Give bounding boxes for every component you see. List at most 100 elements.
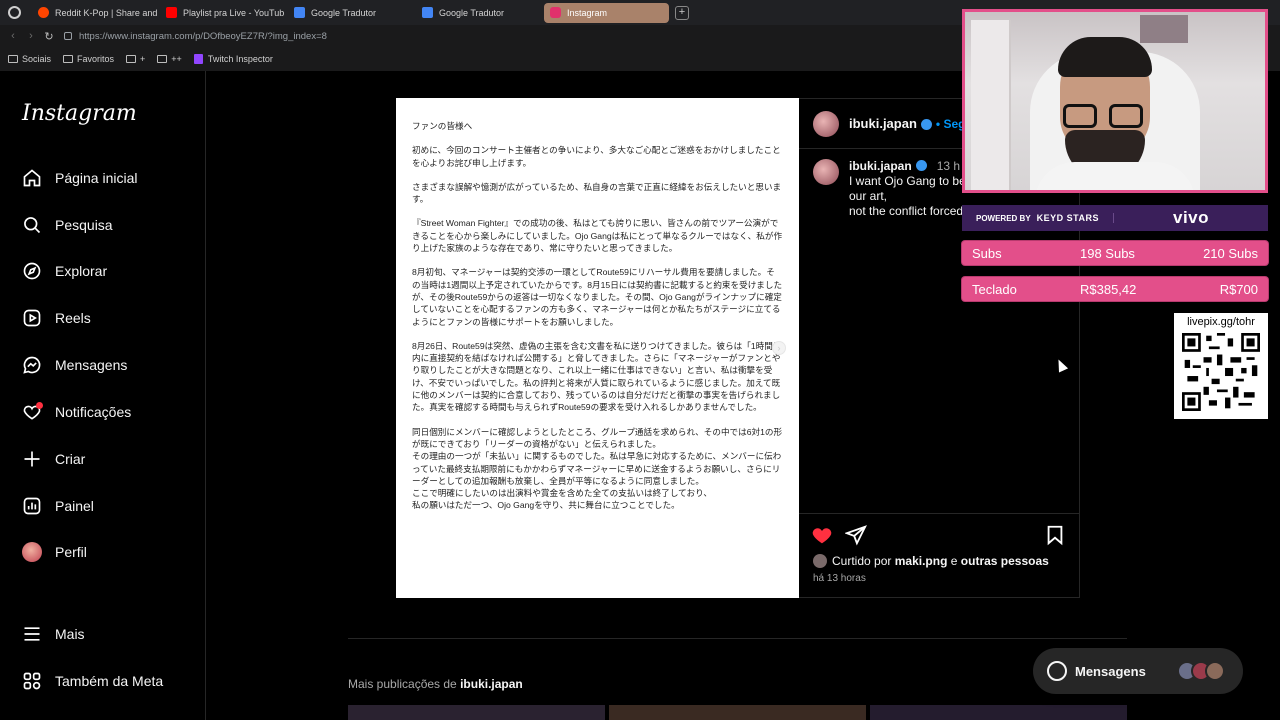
avatar[interactable] xyxy=(813,159,839,185)
sidebar-item-profile[interactable]: Perfil xyxy=(22,542,87,562)
tab-google-translate-1[interactable]: Google Tradutor xyxy=(288,3,413,23)
post-caption: ibuki.japan 13 h I want Ojo Gang to be ou… xyxy=(813,159,966,219)
sidebar-item-label: Explorar xyxy=(55,263,108,279)
subs-goal-bar: Subs 198 Subs 210 Subs xyxy=(962,241,1268,265)
heart-icon[interactable] xyxy=(811,524,833,546)
post-image[interactable]: ファンの皆様へ 初めに、今回のコンサート主催者との争いにより、多大なご心配とご迷… xyxy=(396,98,799,598)
sidebar-item-search[interactable]: Pesquisa xyxy=(22,215,113,235)
forward-icon[interactable]: › xyxy=(22,30,40,42)
sidebar-item-label: Perfil xyxy=(55,544,87,560)
bookmark-twitch-inspector[interactable]: Twitch Inspector xyxy=(193,54,273,64)
new-tab-button[interactable]: + xyxy=(675,5,689,20)
sidebar-item-also-from-meta[interactable]: Também da Meta xyxy=(22,671,163,691)
caption-line: not the conflict forced xyxy=(849,204,964,218)
youtube-icon xyxy=(166,7,177,18)
post-actions: Curtido por maki.png e outras pessoas há… xyxy=(799,513,1080,599)
verified-icon xyxy=(915,160,927,171)
caption-username[interactable]: ibuki.japan xyxy=(849,159,912,173)
post-thumbnail[interactable] xyxy=(870,705,1127,720)
sidebar-item-label: Painel xyxy=(55,498,94,514)
bookmark-label: ++ xyxy=(171,54,182,64)
tab-label: Playlist pra Live - YouTub xyxy=(183,7,285,18)
tab-instagram[interactable]: Instagram xyxy=(544,2,669,23)
streamer-hair xyxy=(1058,37,1152,77)
bookmark-icon[interactable] xyxy=(1044,524,1066,546)
liked-by[interactable]: Curtido por maki.png e outras pessoas xyxy=(813,554,1049,568)
statement-paragraph: 『Street Woman Fighter』での成功の後、私はとても誇りに思い、… xyxy=(412,218,783,254)
folder-icon xyxy=(157,55,168,63)
avatar xyxy=(813,554,827,568)
sponsor-vivo: vivo xyxy=(1172,208,1210,227)
reels-icon xyxy=(22,308,42,328)
sponsor-label: POWERED BY xyxy=(975,213,1031,223)
verified-icon xyxy=(920,119,932,130)
divider xyxy=(348,638,1127,639)
sidebar-item-notifications[interactable]: Notificações xyxy=(22,402,131,422)
tab-google-translate-2[interactable]: Google Tradutor xyxy=(416,3,541,23)
keyboard-goal-bar: Teclado R$385,42 R$700 xyxy=(962,277,1268,301)
liked-by-others[interactable]: outras pessoas xyxy=(961,554,1049,568)
compass-icon xyxy=(22,261,42,281)
url-field[interactable]: https://www.instagram.com/p/DOfbeoyEZ7R/… xyxy=(79,31,327,42)
post-username[interactable]: ibuki.japan xyxy=(849,116,917,131)
caption-timestamp[interactable]: 13 h xyxy=(937,159,960,173)
goal-target: 210 Subs xyxy=(1203,245,1258,261)
liked-by-user[interactable]: maki.png xyxy=(895,554,948,568)
qr-code-icon xyxy=(1182,333,1260,411)
bookmark-plus[interactable]: + xyxy=(126,54,145,64)
sidebar-item-more[interactable]: Mais xyxy=(22,624,85,644)
messenger-icon xyxy=(1047,661,1067,681)
bookmark-plusplus[interactable]: ++ xyxy=(157,54,182,64)
post-date[interactable]: há 13 horas xyxy=(813,573,866,584)
meta-icon xyxy=(22,671,42,691)
carousel-next-button[interactable]: › xyxy=(772,341,786,355)
opera-browser-icon[interactable] xyxy=(0,0,28,25)
post-thumbnail[interactable] xyxy=(348,705,605,720)
share-icon[interactable] xyxy=(845,524,867,546)
tab-youtube[interactable]: Playlist pra Live - YouTub xyxy=(160,3,285,23)
sidebar-item-messages[interactable]: Mensagens xyxy=(22,355,127,375)
search-icon xyxy=(22,215,42,235)
sidebar-item-label: Reels xyxy=(55,310,91,326)
bookmark-sociais[interactable]: Sociais xyxy=(8,54,51,64)
goal-target: R$700 xyxy=(1219,281,1258,297)
statement-paragraph: ファンの皆様へ xyxy=(412,121,473,131)
bookmark-label: Twitch Inspector xyxy=(207,54,273,64)
bookmark-label: + xyxy=(140,54,146,64)
more-posts-grid xyxy=(348,705,1127,720)
bookmark-label: Sociais xyxy=(22,54,52,64)
sidebar-item-create[interactable]: Criar xyxy=(22,449,85,469)
folder-icon xyxy=(8,55,18,63)
goal-label: Subs xyxy=(972,245,1002,261)
bookmark-favoritos[interactable]: Favoritos xyxy=(63,54,114,64)
sidebar-item-reels[interactable]: Reels xyxy=(22,308,91,328)
messenger-icon xyxy=(22,355,42,375)
instagram-logo[interactable]: Instagram xyxy=(22,101,137,126)
qr-label: livepix.gg/tohr xyxy=(1187,316,1255,328)
reload-icon[interactable]: ↻ xyxy=(40,30,58,43)
tab-reddit[interactable]: Reddit K-Pop | Share and xyxy=(32,3,157,23)
instagram-sidebar: Instagram Página inicial Pesquisa Explor… xyxy=(0,71,206,720)
statement-paragraph: 同日個別にメンバーに確認しようとしたところ、グループ通話を求められ、その中では6… xyxy=(412,426,783,511)
more-posts-heading: Mais publicações de ibuki.japan xyxy=(348,677,523,691)
webcam-overlay xyxy=(962,9,1268,193)
statement-paragraph: 8月初旬、マネージャーは契約交渉の一環としてRoute59にリハーサル費用を要請… xyxy=(412,267,783,327)
notification-dot xyxy=(36,402,43,409)
sidebar-item-explore[interactable]: Explorar xyxy=(22,261,107,281)
sidebar-item-dashboard[interactable]: Painel xyxy=(22,496,94,516)
menu-icon xyxy=(22,624,42,644)
sidebar-item-label: Pesquisa xyxy=(55,217,113,233)
avatar xyxy=(22,542,42,562)
sidebar-item-label: Mensagens xyxy=(55,357,128,373)
back-icon[interactable]: ‹ xyxy=(4,30,22,42)
avatar[interactable] xyxy=(813,110,839,137)
tab-label: Google Tradutor xyxy=(439,7,505,18)
post-thumbnail[interactable] xyxy=(609,705,866,720)
sidebar-item-home[interactable]: Página inicial xyxy=(22,168,138,188)
liked-by-prefix: Curtido por xyxy=(832,554,892,568)
google-translate-icon xyxy=(422,7,433,18)
messages-floating-button[interactable]: Mensagens xyxy=(1033,648,1243,694)
goal-current: R$385,42 xyxy=(1080,281,1137,297)
more-posts-user[interactable]: ibuki.japan xyxy=(460,677,523,691)
sidebar-item-label: Página inicial xyxy=(55,170,138,186)
